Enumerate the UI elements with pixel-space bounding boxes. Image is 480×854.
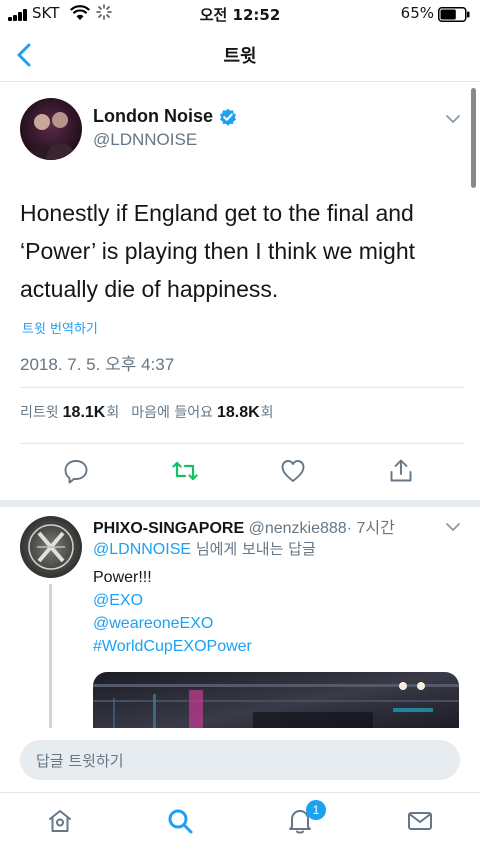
translate-tweet-link[interactable]: 트윗 번역하기	[22, 318, 98, 337]
retweet-icon[interactable]	[172, 458, 198, 484]
divider	[20, 387, 464, 388]
thread-connector	[49, 584, 52, 730]
reply-time: · 7시간	[346, 520, 395, 537]
author-name-row[interactable]: London Noise	[93, 106, 237, 127]
mention-link[interactable]: @EXO	[93, 589, 252, 612]
like-heart-icon[interactable]	[280, 458, 306, 484]
reply-composer-placeholder: 답글 트윗하기	[36, 752, 124, 770]
status-bar: SKT 오전 12:52 65%	[0, 0, 480, 28]
page-title: 트윗	[223, 46, 257, 67]
reply-composer-input[interactable]: 답글 트윗하기	[20, 740, 460, 780]
home-icon[interactable]	[46, 807, 74, 835]
battery-percent: 65%	[400, 4, 434, 22]
reply-author-name[interactable]: PHIXO-SINGAPORE	[93, 520, 244, 537]
author-name: London Noise	[93, 106, 213, 126]
tweet-text: Honestly if England get to the final and…	[20, 200, 416, 302]
messages-envelope-icon[interactable]	[406, 807, 434, 835]
like-count[interactable]: 마음에 들어요 18.8K회	[131, 402, 273, 422]
chevron-down-icon[interactable]	[444, 520, 462, 534]
verified-badge-icon	[220, 108, 236, 126]
mention-link[interactable]: @weareoneEXO	[93, 612, 252, 635]
author-avatar[interactable]	[20, 98, 82, 160]
reply-header: PHIXO-SINGAPORE @nenzkie888· 7시간	[93, 514, 395, 538]
share-icon[interactable]	[388, 458, 414, 484]
section-separator	[0, 500, 480, 507]
battery-icon	[438, 7, 470, 22]
replying-to-label: 님에게 보내는 답글	[191, 540, 316, 558]
reply-author-handle[interactable]: @nenzkie888	[249, 520, 347, 537]
reply-author-avatar[interactable]	[20, 516, 82, 578]
reply-text-line: Power!!!	[93, 569, 152, 586]
chevron-down-icon[interactable]	[444, 112, 462, 126]
scroll-indicator[interactable]	[471, 88, 476, 188]
notification-badge: 1	[306, 800, 326, 820]
replying-to: @LDNNOISE 님에게 보내는 답글	[93, 538, 316, 559]
tweet-timestamp: 2018. 7. 5. 오후 4:37	[20, 355, 175, 374]
tweet-actions	[0, 458, 480, 490]
reply-icon[interactable]	[63, 458, 89, 484]
search-icon[interactable]	[166, 807, 194, 835]
reply-text: Power!!! @EXO @weareoneEXO #WorldCupEXOP…	[93, 566, 252, 658]
tab-bar	[0, 792, 480, 854]
hashtag-link[interactable]: #WorldCupEXOPower	[93, 635, 252, 658]
retweet-count[interactable]: 리트윗 18.1K회	[20, 402, 119, 422]
tweet-stats: 리트윗 18.1K회 마음에 들어요 18.8K회	[20, 402, 274, 422]
nav-bar: 트윗	[0, 28, 480, 82]
author-handle[interactable]: @LDNNOISE	[93, 130, 197, 150]
divider	[20, 443, 464, 444]
replying-to-mention[interactable]: @LDNNOISE	[93, 541, 191, 558]
